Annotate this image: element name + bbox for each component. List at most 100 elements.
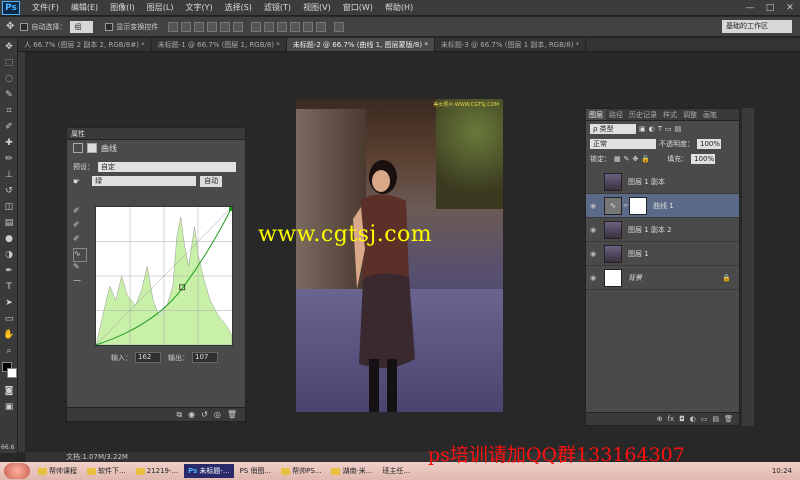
filter-pixel-icon[interactable]: ▣ bbox=[639, 125, 646, 133]
layer-item[interactable]: ◉ 背景 🔒 bbox=[586, 266, 739, 290]
type-tool-icon[interactable]: T bbox=[2, 280, 16, 294]
menu-type[interactable]: 文字(Y) bbox=[179, 2, 218, 13]
menu-file[interactable]: 文件(F) bbox=[26, 2, 65, 13]
tab-adjustments[interactable]: 调整 bbox=[680, 109, 700, 120]
minimize-button[interactable]: — bbox=[740, 3, 760, 13]
taskbar-item[interactable]: PS 俏图... bbox=[236, 464, 276, 478]
eye-icon[interactable]: ◉ bbox=[586, 274, 600, 282]
layer-item[interactable]: ◉ ∿ ∞ 曲线 1 bbox=[586, 194, 739, 218]
reset-icon[interactable]: ↺ bbox=[201, 410, 208, 419]
crop-tool-icon[interactable]: ⌗ bbox=[2, 104, 16, 118]
filter-type-icon[interactable]: T bbox=[658, 125, 662, 133]
new-layer-icon[interactable]: ▤ bbox=[712, 415, 719, 423]
distribute-vcenter-icon[interactable] bbox=[264, 21, 275, 32]
new-group-icon[interactable]: ▭ bbox=[701, 415, 708, 423]
zoom-tool-icon[interactable]: ⌕ bbox=[2, 344, 16, 358]
quick-select-tool-icon[interactable]: ✎ bbox=[2, 88, 16, 102]
lock-pixels-icon[interactable]: ✎ bbox=[624, 155, 630, 163]
start-button[interactable] bbox=[4, 463, 30, 479]
mask-icon[interactable] bbox=[87, 143, 97, 153]
auto-select-dropdown[interactable]: 组 bbox=[70, 20, 94, 33]
show-transform-checkbox[interactable] bbox=[105, 22, 114, 31]
color-swatch-icon[interactable] bbox=[2, 360, 17, 382]
tab-doc-1[interactable]: 未标题-1 @ 66.7% (图层 1, RGB/8) * bbox=[152, 38, 287, 51]
gradient-tool-icon[interactable]: ▤ bbox=[2, 216, 16, 230]
tab-doc-3[interactable]: 未标题-3 @ 66.7% (图层 1 副本, RGB/8) * bbox=[435, 38, 587, 51]
taskbar-item[interactable]: 帮帅PS... bbox=[277, 464, 325, 478]
curve-point-tool-icon[interactable]: ∿ bbox=[73, 248, 87, 262]
taskbar-item[interactable]: 湖南·米... bbox=[327, 464, 376, 478]
hand-tool-icon[interactable]: ✋ bbox=[2, 328, 16, 342]
align-left-icon[interactable] bbox=[207, 21, 218, 32]
output-field[interactable]: 107 bbox=[192, 352, 218, 363]
taskbar-item[interactable]: 班主任... bbox=[378, 464, 414, 478]
fill-field[interactable]: 100% bbox=[691, 153, 716, 164]
layer-item[interactable]: ◉ 图层 1 副本 2 bbox=[586, 218, 739, 242]
mask-thumbnail[interactable] bbox=[629, 196, 647, 215]
eye-icon[interactable]: ◉ bbox=[586, 202, 600, 210]
stamp-tool-icon[interactable]: ⊥ bbox=[2, 168, 16, 182]
move-tool-icon[interactable]: ✥ bbox=[6, 21, 14, 32]
add-mask-icon[interactable]: ◘ bbox=[679, 415, 685, 423]
taskbar-item[interactable]: Ps 未标题-... bbox=[184, 464, 234, 478]
auto-button[interactable]: 自动 bbox=[200, 175, 223, 187]
filter-adjust-icon[interactable]: ◐ bbox=[649, 125, 655, 133]
dodge-tool-icon[interactable]: ◑ bbox=[2, 248, 16, 262]
blend-mode-dropdown[interactable]: 正常 bbox=[590, 138, 656, 149]
delete-layer-icon[interactable]: 🗑 bbox=[724, 415, 733, 423]
distribute-top-icon[interactable] bbox=[251, 21, 262, 32]
fx-icon[interactable]: fx bbox=[668, 415, 675, 423]
distribute-bottom-icon[interactable] bbox=[277, 21, 288, 32]
taskbar-item[interactable]: 软件下... bbox=[83, 464, 130, 478]
layer-name[interactable]: 图层 1 副本 2 bbox=[628, 225, 672, 235]
menu-window[interactable]: 窗口(W) bbox=[337, 2, 379, 13]
tab-doc-0[interactable]: 人 66.7% (图层 2 副本 2, RGB/8#) * bbox=[18, 38, 152, 51]
tab-paths[interactable]: 路径 bbox=[606, 109, 626, 120]
new-adjustment-icon[interactable]: ◐ bbox=[690, 415, 696, 423]
screen-mode-icon[interactable]: ▣ bbox=[2, 400, 16, 414]
smooth-tool-icon[interactable]: ⁓ bbox=[73, 276, 87, 290]
document-image[interactable]: 美女照片·WWW.CGTSJ.COM bbox=[296, 99, 503, 412]
taskbar-item[interactable]: 21219-... bbox=[132, 464, 182, 478]
menu-filter[interactable]: 滤镜(T) bbox=[258, 2, 297, 13]
distribute-left-icon[interactable] bbox=[290, 21, 301, 32]
curves-graph[interactable] bbox=[95, 206, 233, 346]
opacity-field[interactable]: 100% bbox=[697, 138, 721, 149]
auto-select-checkbox[interactable] bbox=[20, 22, 29, 31]
layer-item[interactable]: ◉ 图层 1 bbox=[586, 242, 739, 266]
align-top-icon[interactable] bbox=[168, 21, 179, 32]
layer-name[interactable]: 图层 1 bbox=[628, 249, 649, 259]
align-vcenter-icon[interactable] bbox=[181, 21, 192, 32]
distribute-hcenter-icon[interactable] bbox=[303, 21, 314, 32]
layer-name[interactable]: 背景 bbox=[628, 273, 642, 283]
lock-position-icon[interactable]: ✥ bbox=[633, 155, 639, 163]
menu-select[interactable]: 选择(S) bbox=[219, 2, 258, 13]
eyedropper-tool-icon[interactable]: ✐ bbox=[2, 120, 16, 134]
tab-history[interactable]: 历史记录 bbox=[626, 109, 660, 120]
blur-tool-icon[interactable]: ● bbox=[2, 232, 16, 246]
white-point-eyedropper-icon[interactable]: ✐ bbox=[73, 234, 87, 248]
move-tool-icon[interactable]: ✥ bbox=[2, 40, 16, 54]
eraser-tool-icon[interactable]: ◫ bbox=[2, 200, 16, 214]
filter-smart-icon[interactable]: ▤ bbox=[675, 125, 682, 133]
taskbar-item[interactable]: 帮帅课程 bbox=[34, 464, 81, 478]
menu-view[interactable]: 视图(V) bbox=[297, 2, 337, 13]
auto-align-icon[interactable] bbox=[334, 21, 345, 32]
quick-mask-icon[interactable]: ◙ bbox=[2, 384, 16, 398]
align-bottom-icon[interactable] bbox=[194, 21, 205, 32]
shape-tool-icon[interactable]: ▭ bbox=[2, 312, 16, 326]
menu-image[interactable]: 图像(I) bbox=[104, 2, 141, 13]
pen-tool-icon[interactable]: ✒ bbox=[2, 264, 16, 278]
menu-layer[interactable]: 图层(L) bbox=[141, 2, 180, 13]
hand-adjust-icon[interactable]: ☛ bbox=[73, 177, 80, 186]
lock-transparent-icon[interactable]: ▦ bbox=[614, 155, 621, 163]
align-right-icon[interactable] bbox=[233, 21, 244, 32]
lasso-tool-icon[interactable]: ◌ bbox=[2, 72, 16, 86]
maximize-button[interactable]: □ bbox=[760, 3, 780, 13]
view-previous-icon[interactable]: ◉ bbox=[188, 410, 195, 419]
visibility-icon[interactable]: ◎ bbox=[214, 410, 221, 419]
black-point-eyedropper-icon[interactable]: ✐ bbox=[73, 206, 87, 220]
gray-point-eyedropper-icon[interactable]: ✐ bbox=[73, 220, 87, 234]
lock-all-icon[interactable]: 🔒 bbox=[641, 155, 650, 163]
tab-styles[interactable]: 样式 bbox=[660, 109, 680, 120]
